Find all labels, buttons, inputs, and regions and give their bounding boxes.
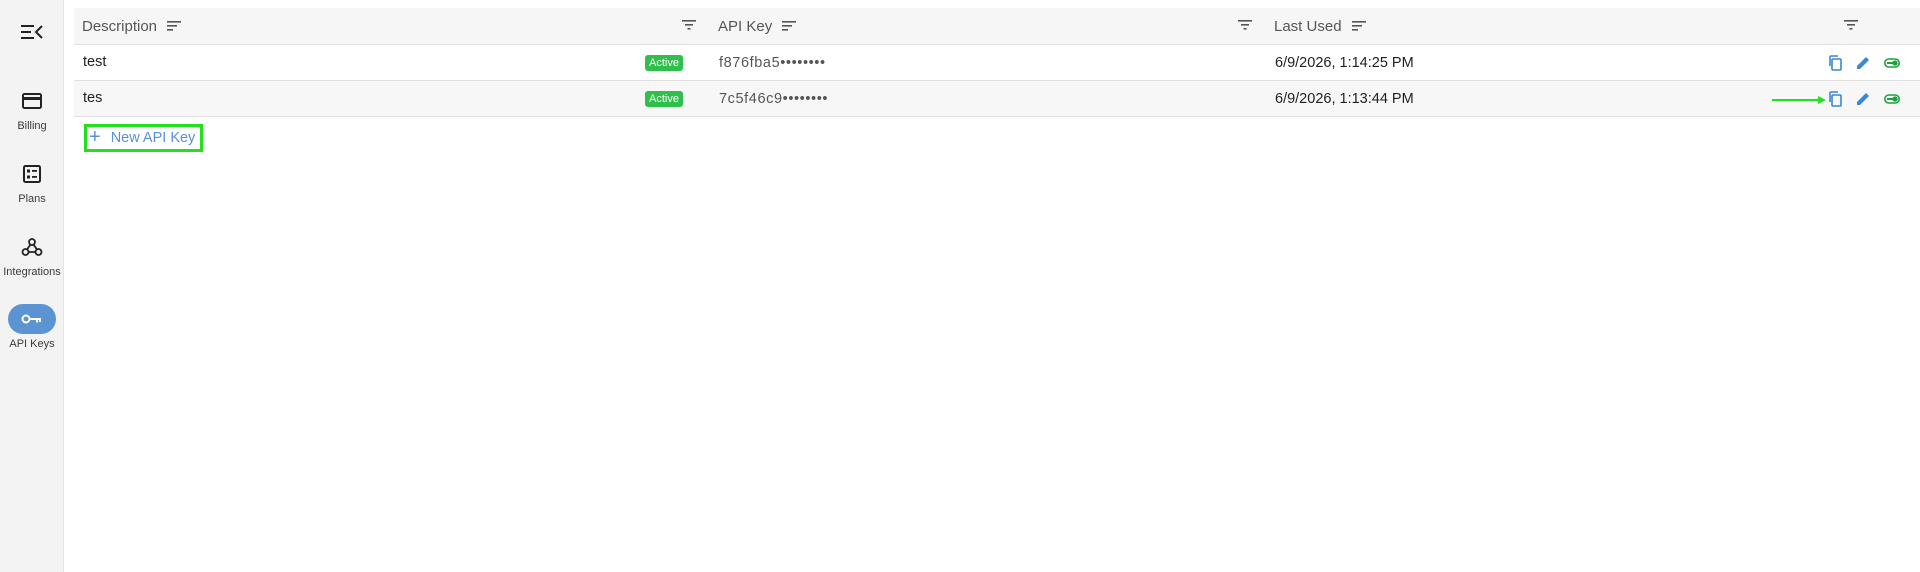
sidebar-item-label: Billing [17, 120, 47, 132]
filter-icon[interactable] [682, 20, 696, 30]
description-text: tes [83, 90, 103, 106]
edit-icon[interactable] [1856, 92, 1870, 106]
api-key-text: f876fba5•••••••• [719, 54, 826, 71]
edit-icon[interactable] [1856, 56, 1870, 70]
status-badge: Active [645, 91, 683, 107]
column-header-last-used[interactable]: Last Used [1266, 8, 1920, 45]
description-cell: tes Active [74, 81, 710, 117]
api-key-cell: 7c5f46c9•••••••• [710, 81, 1266, 117]
status-badge: Active [645, 55, 683, 71]
row-actions [1828, 90, 1920, 107]
row-actions [1828, 54, 1920, 71]
description-text: test [83, 54, 107, 70]
description-cell: test Active [74, 45, 710, 81]
sidebar-item-label: Plans [18, 193, 46, 205]
sort-icon[interactable] [782, 21, 797, 31]
table-row[interactable]: tes Active 7c5f46c9•••••••• 6/9/2026, 1:… [74, 80, 1920, 117]
sidebar-item-plans[interactable]: Plans [0, 159, 64, 205]
toggle-icon[interactable] [1884, 93, 1900, 104]
copy-icon[interactable] [1828, 90, 1842, 107]
sidebar: Billing Plans Integrations API Keys [0, 0, 64, 572]
last-used-text: 6/9/2026, 1:14:25 PM [1275, 54, 1414, 71]
webhook-icon [8, 232, 56, 262]
menu-collapse-icon[interactable] [20, 22, 44, 42]
last-used-text: 6/9/2026, 1:13:44 PM [1275, 90, 1414, 107]
sort-icon[interactable] [167, 21, 182, 31]
column-header-api-key[interactable]: API Key [710, 8, 1266, 45]
new-api-key-label: New API Key [110, 130, 196, 146]
sort-icon[interactable] [1351, 21, 1366, 31]
new-api-key-button[interactable]: + New API Key [84, 124, 203, 152]
column-header-label: API Key [718, 17, 773, 35]
column-header-description[interactable]: Description [74, 8, 710, 45]
toggle-icon[interactable] [1884, 57, 1900, 68]
column-header-label: Description [82, 17, 158, 35]
plans-icon [8, 159, 56, 189]
credit-card-icon [8, 86, 56, 116]
key-icon [8, 304, 56, 334]
sidebar-item-billing[interactable]: Billing [0, 86, 64, 132]
api-key-text: 7c5f46c9•••••••• [719, 90, 829, 107]
filter-icon[interactable] [1844, 20, 1858, 30]
table-header-row: Description API Key Last Used [74, 8, 1920, 45]
last-used-cell: 6/9/2026, 1:14:25 PM [1266, 45, 1920, 81]
copy-icon[interactable] [1828, 54, 1842, 71]
api-keys-table: Description API Key Last Used test Activ… [74, 8, 1920, 117]
table-row[interactable]: test Active f876fba5•••••••• 6/9/2026, 1… [74, 45, 1920, 81]
sidebar-item-label: API Keys [9, 338, 55, 350]
api-key-cell: f876fba5•••••••• [710, 45, 1266, 81]
sidebar-item-integrations[interactable]: Integrations [0, 232, 64, 278]
plus-icon: + [89, 125, 101, 148]
api-keys-panel: Description API Key Last Used test Activ… [74, 8, 1920, 117]
filter-icon[interactable] [1238, 20, 1252, 30]
sidebar-item-label: Integrations [3, 266, 61, 278]
column-header-label: Last Used [1274, 17, 1342, 35]
sidebar-item-api-keys[interactable]: API Keys [0, 304, 64, 350]
annotation-arrow-icon [1772, 96, 1826, 104]
